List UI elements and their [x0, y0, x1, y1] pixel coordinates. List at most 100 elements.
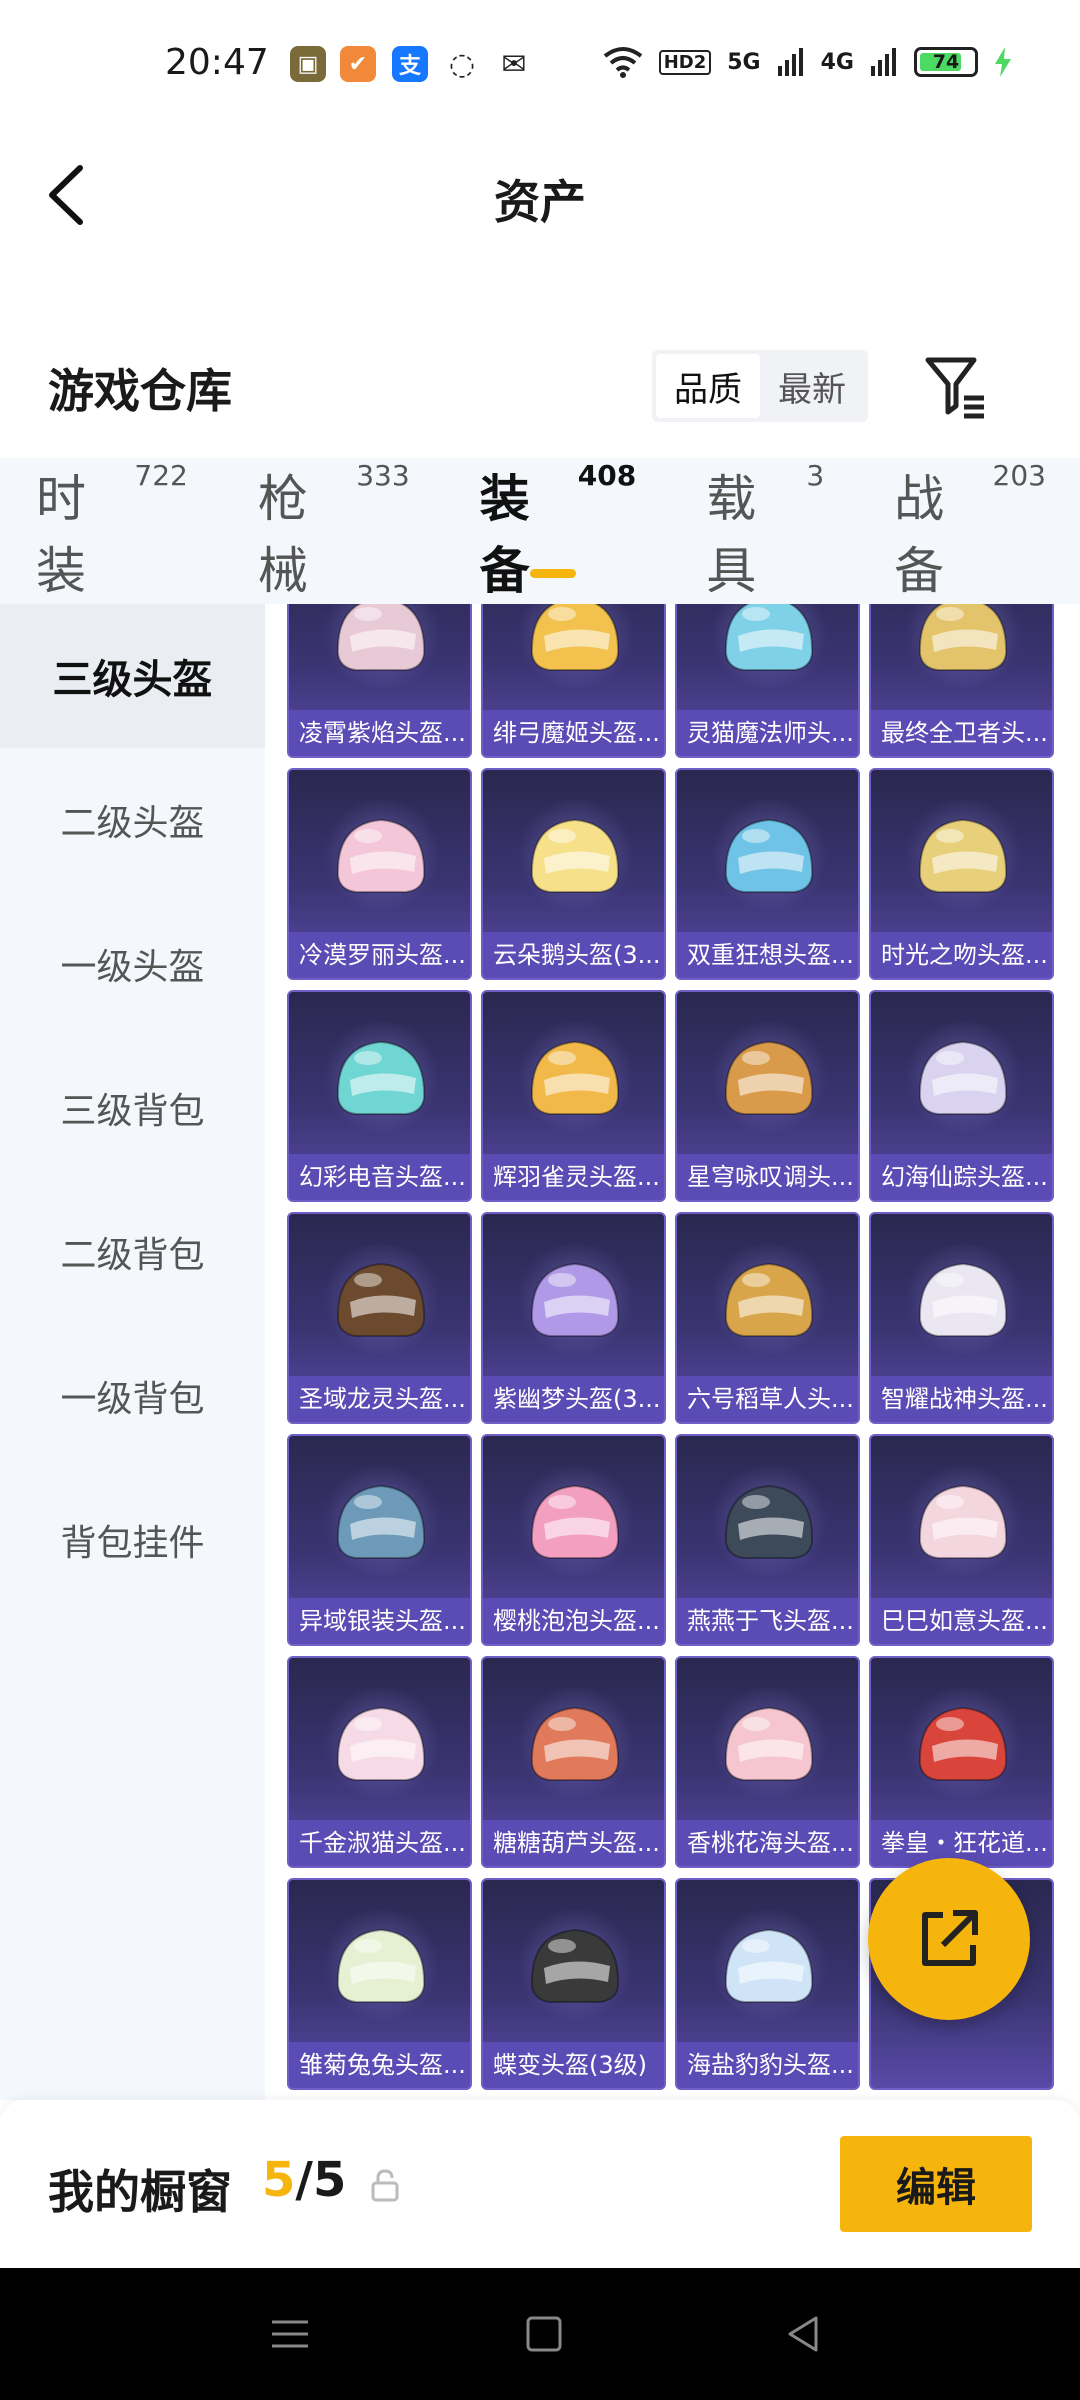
- showcase-bar: 我的橱窗 5/5 编辑: [0, 2100, 1080, 2268]
- item-name: 冷漠罗丽头盔...: [289, 932, 470, 978]
- item-card[interactable]: 樱桃泡泡头盔...: [481, 1434, 666, 1646]
- helmet-icon: [530, 1706, 620, 1781]
- category-tabs: 时装 722 枪械 333 装备 408 载具 3 战备 203: [0, 458, 1080, 604]
- item-name: 辉羽雀灵头盔...: [483, 1154, 664, 1200]
- item-name: 异域银装头盔...: [289, 1598, 470, 1644]
- item-name: 星穹咏叹调头...: [677, 1154, 858, 1200]
- system-nav-bar: [0, 2268, 1080, 2400]
- item-name: 燕燕于飞头盔...: [677, 1598, 858, 1644]
- helmet-icon: [918, 1484, 1008, 1559]
- tab-count: 3: [806, 459, 825, 492]
- item-card[interactable]: 雏菊兔兔头盔...: [287, 1878, 472, 2090]
- item-name: 雏菊兔兔头盔...: [289, 2042, 470, 2088]
- filter-icon[interactable]: [922, 352, 990, 420]
- item-card[interactable]: 圣域龙灵头盔...: [287, 1212, 472, 1424]
- sort-newest[interactable]: 最新: [760, 354, 864, 418]
- item-card[interactable]: 拳皇・狂花道...: [869, 1656, 1054, 1868]
- home-icon[interactable]: [520, 2312, 568, 2356]
- sidebar-item-helmet-lv1[interactable]: 一级头盔: [0, 892, 265, 1036]
- item-card[interactable]: 双重狂想头盔...: [675, 768, 860, 980]
- share-button[interactable]: [868, 1858, 1030, 2020]
- item-card[interactable]: 巳巳如意头盔...: [869, 1434, 1054, 1646]
- item-card[interactable]: 糖糖葫芦头盔...: [481, 1656, 666, 1868]
- helmet-icon: [918, 604, 1008, 671]
- helmet-icon: [530, 1484, 620, 1559]
- battery-icon: 74: [914, 47, 978, 77]
- item-card[interactable]: 时光之吻头盔...: [869, 768, 1054, 980]
- item-name: 凌霄紫焰头盔...: [289, 710, 470, 756]
- item-card[interactable]: 最终全卫者头...: [869, 604, 1054, 758]
- sidebar: 三级头盔 二级头盔 一级头盔 三级背包 二级背包 一级背包 背包挂件: [0, 604, 265, 2100]
- page-title: 资产: [494, 175, 586, 229]
- item-card[interactable]: 千金淑猫头盔...: [287, 1656, 472, 1868]
- sidebar-item-backpack-lv3[interactable]: 三级背包: [0, 1036, 265, 1180]
- item-name: 蝶变头盔(3级): [483, 2042, 664, 2088]
- helmet-icon: [918, 818, 1008, 893]
- item-card[interactable]: 幻彩电音头盔...: [287, 990, 472, 1202]
- helmet-icon: [336, 1484, 426, 1559]
- helmet-icon: [530, 1262, 620, 1337]
- status-time: 20:47: [165, 42, 269, 83]
- tab-gear[interactable]: 战备 203: [894, 459, 1046, 603]
- active-tab-indicator: [529, 569, 576, 578]
- item-name: 糖糖葫芦头盔...: [483, 1820, 664, 1866]
- item-card[interactable]: 云朵鹅头盔(3...: [481, 768, 666, 980]
- item-card[interactable]: 异域银装头盔...: [287, 1434, 472, 1646]
- chat-icon: ◌: [448, 46, 476, 82]
- item-name: 灵猫魔法师头...: [677, 710, 858, 756]
- item-card[interactable]: 燕燕于飞头盔...: [675, 1434, 860, 1646]
- item-card[interactable]: 紫幽梦头盔(3...: [481, 1212, 666, 1424]
- item-card[interactable]: 智耀战神头盔...: [869, 1212, 1054, 1424]
- helmet-icon: [918, 1706, 1008, 1781]
- wifi-icon: [603, 47, 642, 78]
- showcase-count: 5/5: [262, 2152, 346, 2208]
- item-card[interactable]: 灵猫魔法师头...: [675, 604, 860, 758]
- item-name: 智耀战神头盔...: [871, 1376, 1052, 1422]
- item-card[interactable]: 海盐豹豹头盔...: [675, 1878, 860, 2090]
- helmet-icon: [336, 1928, 426, 2003]
- status-bar: 20:47 ▣ ✔ 支 ◌ ✉ HD2 5G 4G 74: [0, 0, 1080, 130]
- tab-label: 时装: [36, 470, 86, 600]
- helmet-icon: [336, 1040, 426, 1115]
- edit-button[interactable]: 编辑: [840, 2136, 1032, 2232]
- header: 资产: [0, 130, 1080, 260]
- helmet-icon: [918, 1040, 1008, 1115]
- item-card[interactable]: 绯弓魔姬头盔...: [481, 604, 666, 758]
- item-name: 巳巳如意头盔...: [871, 1598, 1052, 1644]
- tab-label: 装备: [479, 470, 530, 600]
- charging-icon: [995, 47, 1011, 77]
- sidebar-item-backpack-charm[interactable]: 背包挂件: [0, 1468, 265, 1612]
- tab-vehicles[interactable]: 载具 3: [706, 459, 824, 603]
- item-card[interactable]: 香桃花海头盔...: [675, 1656, 860, 1868]
- item-card[interactable]: 幻海仙踪头盔...: [869, 990, 1054, 1202]
- item-card[interactable]: 六号稻草人头...: [675, 1212, 860, 1424]
- tab-weapons[interactable]: 枪械 333: [258, 459, 410, 603]
- sidebar-item-backpack-lv1[interactable]: 一级背包: [0, 1324, 265, 1468]
- signal-icon-2: [871, 48, 896, 76]
- helmet-icon: [336, 1706, 426, 1781]
- status-right: HD2 5G 4G 74: [603, 46, 1012, 78]
- mail-icon: ✉: [501, 46, 527, 82]
- showcase-current: 5: [262, 2152, 296, 2208]
- item-card[interactable]: 辉羽雀灵头盔...: [481, 990, 666, 1202]
- item-name: 六号稻草人头...: [677, 1376, 858, 1422]
- sidebar-item-helmet-lv2[interactable]: 二级头盔: [0, 748, 265, 892]
- back-nav-icon[interactable]: [780, 2312, 828, 2356]
- asset-page: 20:47 ▣ ✔ 支 ◌ ✉ HD2 5G 4G 74 资产 游戏仓库 品质 …: [0, 0, 1080, 2400]
- warehouse-title: 游戏仓库: [48, 364, 232, 418]
- sort-quality[interactable]: 品质: [656, 354, 760, 418]
- menu-icon[interactable]: [266, 2312, 314, 2356]
- item-card[interactable]: 凌霄紫焰头盔...: [287, 604, 472, 758]
- tab-count: 203: [992, 459, 1046, 492]
- tab-equipment[interactable]: 装备 408: [480, 459, 637, 603]
- helmet-icon: [724, 1928, 814, 2003]
- helmet-icon: [336, 818, 426, 893]
- tab-fashion[interactable]: 时装 722: [36, 459, 188, 603]
- item-card[interactable]: 星穹咏叹调头...: [675, 990, 860, 1202]
- sidebar-item-helmet-lv3[interactable]: 三级头盔: [0, 604, 265, 748]
- item-card[interactable]: 冷漠罗丽头盔...: [287, 768, 472, 980]
- sidebar-item-backpack-lv2[interactable]: 二级背包: [0, 1180, 265, 1324]
- item-card[interactable]: 蝶变头盔(3级): [481, 1878, 666, 2090]
- helmet-icon: [724, 1262, 814, 1337]
- helmet-icon: [336, 604, 426, 671]
